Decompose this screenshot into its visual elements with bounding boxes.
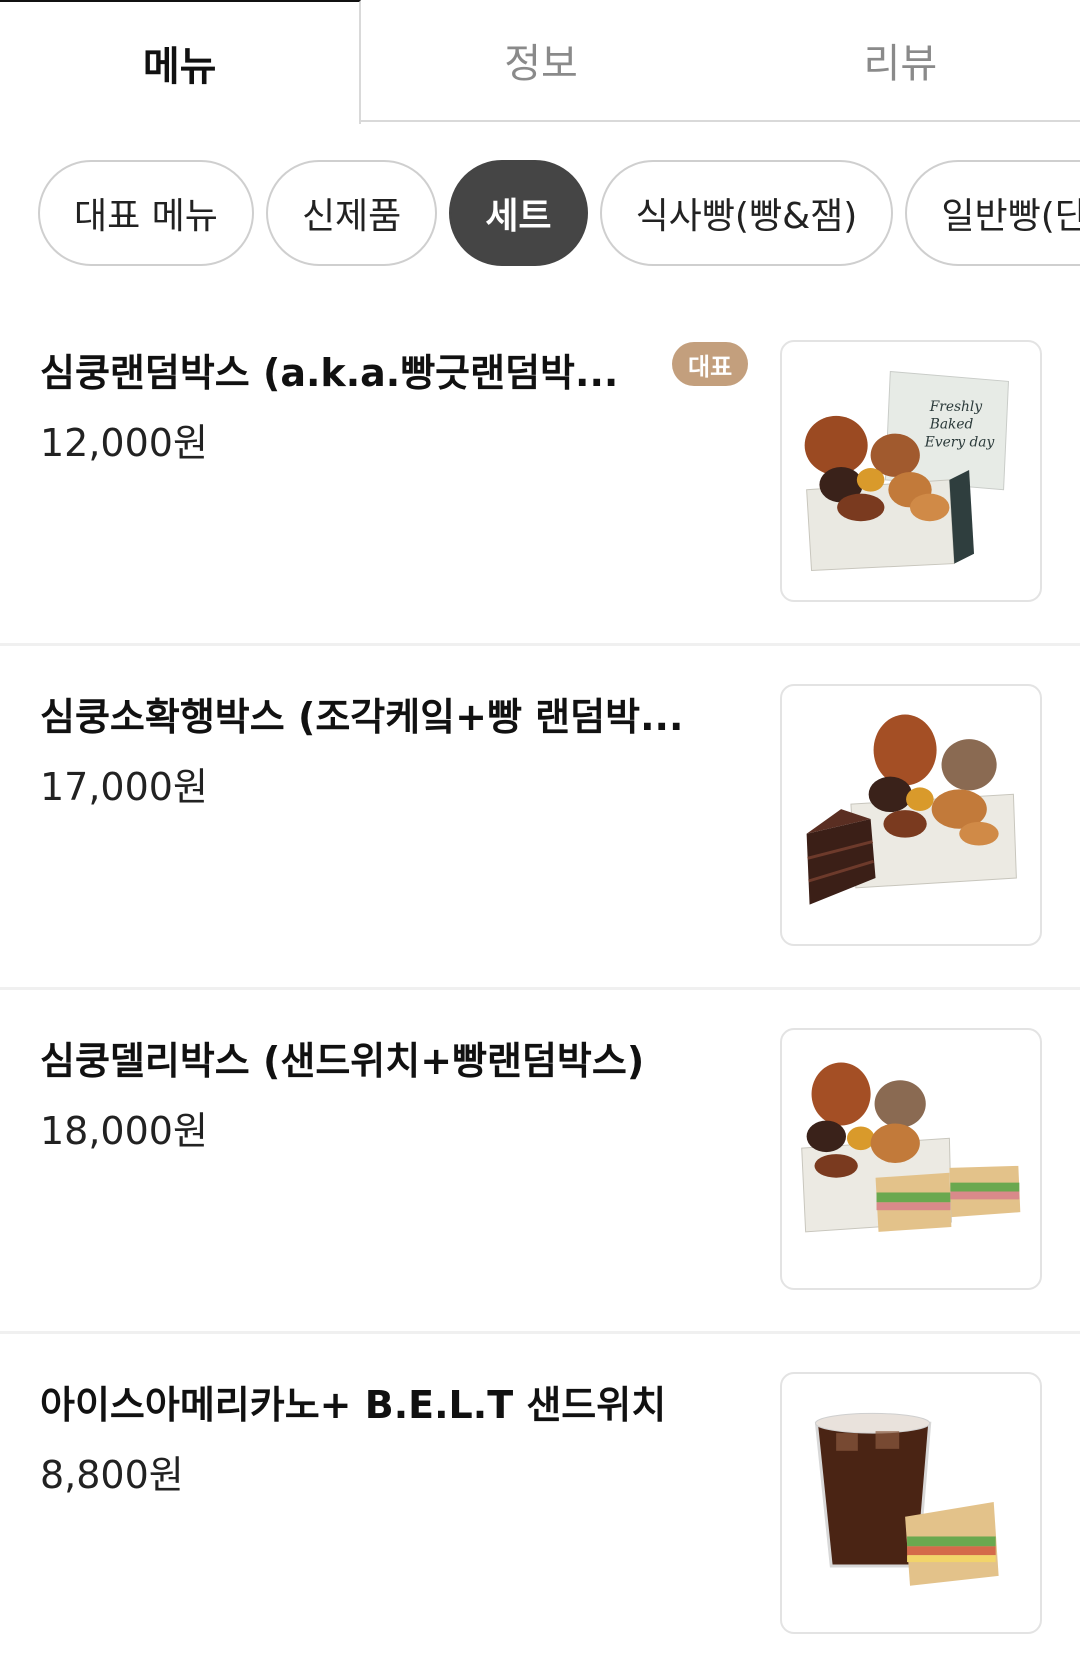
tab-info[interactable]: 정보	[361, 0, 721, 120]
tab-review-label: 리뷰	[863, 41, 938, 87]
chip-regular-bread[interactable]: 일반빵(단팥	[905, 160, 1080, 266]
menu-item[interactable]: 심쿵델리박스 (샌드위치+빵랜덤박스) 18,000원	[0, 990, 1080, 1334]
menu-item-price: 17,000원	[40, 765, 208, 809]
chip-set[interactable]: 세트	[449, 160, 588, 266]
category-chip-row[interactable]: 대표 메뉴 신제품 세트 식사빵(빵&잼) 일반빵(단팥	[0, 160, 1080, 268]
menu-item[interactable]: 아이스아메리카노+ B.E.L.T 샌드위치 8,800원	[0, 1334, 1080, 1654]
cake-bread-box-image[interactable]	[780, 684, 1042, 946]
menu-item[interactable]: 심쿵랜덤박스 (a.k.a.빵긋랜덤박... 대표 12,000원 Freshl…	[0, 302, 1080, 646]
menu-item-name: 심쿵델리박스 (샌드위치+빵랜덤박스)	[40, 1039, 645, 1083]
menu-item[interactable]: 심쿵소확행박스 (조각케잌+빵 랜덤박... 17,000원	[0, 646, 1080, 990]
tab-review[interactable]: 리뷰	[720, 0, 1080, 120]
svg-text:Baked: Baked	[929, 417, 974, 433]
chip-new-products[interactable]: 신제품	[265, 160, 438, 266]
tab-info-label: 정보	[504, 41, 578, 87]
menu-list: 심쿵랜덤박스 (a.k.a.빵긋랜덤박... 대표 12,000원 Freshl…	[0, 302, 1080, 1654]
svg-text:Freshly: Freshly	[929, 399, 983, 415]
menu-item-price: 18,000원	[40, 1109, 208, 1153]
signature-badge: 대표	[672, 342, 749, 386]
bread-box-image[interactable]: Freshly Baked Every day	[780, 340, 1042, 602]
sandwich-bread-box-image[interactable]	[780, 1028, 1042, 1290]
chip-signature-menu[interactable]: 대표 메뉴	[38, 160, 254, 266]
menu-item-name: 심쿵랜덤박스 (a.k.a.빵긋랜덤박...	[40, 351, 619, 395]
chip-meal-bread[interactable]: 식사빵(빵&잼)	[599, 160, 894, 266]
menu-item-name: 심쿵소확행박스 (조각케잌+빵 랜덤박...	[40, 695, 684, 739]
coffee-sandwich-image[interactable]	[780, 1372, 1042, 1634]
menu-item-price: 12,000원	[40, 421, 208, 465]
menu-item-name: 아이스아메리카노+ B.E.L.T 샌드위치	[40, 1383, 667, 1427]
menu-item-price: 8,800원	[40, 1453, 184, 1497]
tab-menu[interactable]: 메뉴	[0, 0, 362, 124]
tab-bar: 메뉴 정보 리뷰	[0, 0, 1080, 124]
svg-text:Every day: Every day	[924, 434, 995, 450]
tab-menu-label: 메뉴	[142, 44, 217, 90]
